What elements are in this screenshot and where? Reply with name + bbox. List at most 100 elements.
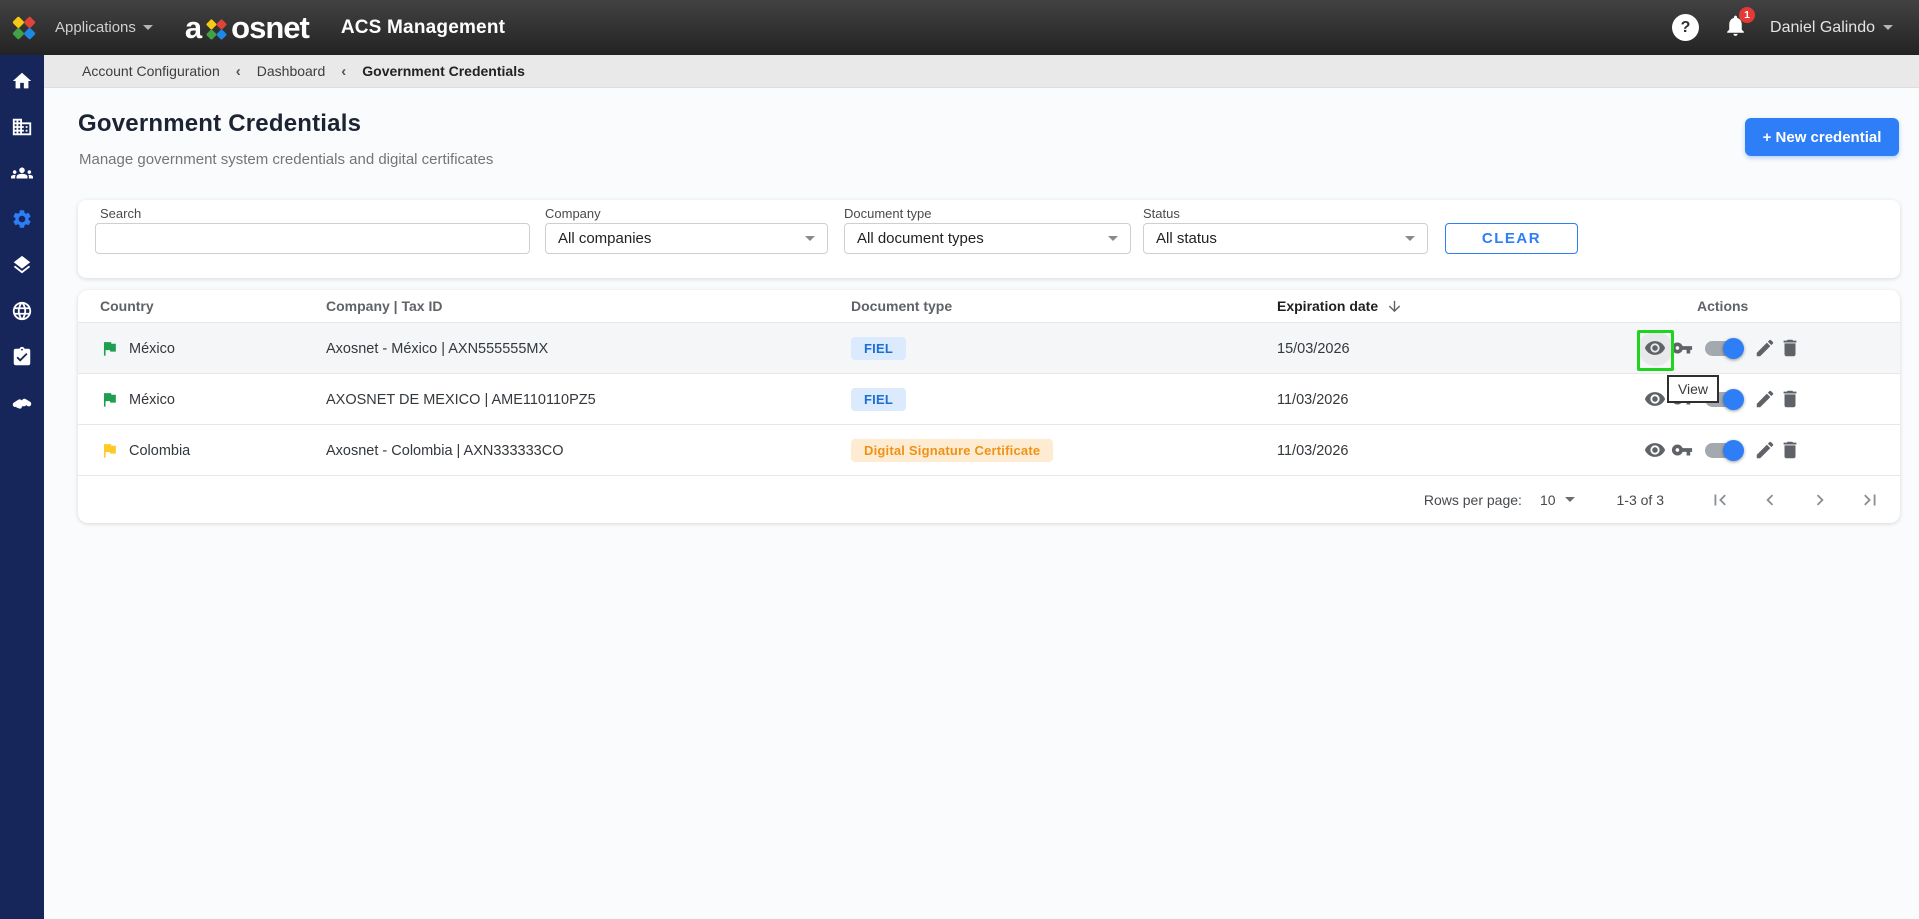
sidebar-item-global[interactable] (0, 289, 44, 333)
first-page-icon (1714, 494, 1726, 505)
sidebar-item-companies[interactable] (0, 105, 44, 149)
breadcrumb-account-configuration[interactable]: Account Configuration (82, 63, 220, 79)
delete-button[interactable] (1779, 388, 1803, 412)
document-type-badge: FIEL (851, 388, 906, 411)
delete-button[interactable] (1779, 439, 1803, 463)
credentials-key-button[interactable] (1671, 439, 1695, 463)
previous-page-button[interactable] (1758, 488, 1782, 512)
pencil-icon (1756, 390, 1774, 407)
toggle-knob (1723, 338, 1744, 359)
sidebar-item-services[interactable] (0, 243, 44, 287)
app-title: ACS Management (340, 16, 506, 38)
chevron-down-icon (805, 236, 815, 241)
brand-wordmark: a osnet (185, 9, 310, 46)
chevron-right-icon (1816, 494, 1824, 505)
search-label: Search (100, 206, 142, 221)
status-select[interactable]: All status (1143, 223, 1428, 254)
clear-filters-button[interactable]: CLEAR (1445, 223, 1578, 254)
chevron-down-icon (1564, 497, 1575, 502)
applications-label: Applications (55, 19, 136, 36)
help-button[interactable]: ? (1672, 14, 1700, 41)
document-type-badge: Digital Signature Certificate (851, 439, 1054, 462)
filters-panel: Search Company All companies Document ty… (78, 200, 1900, 278)
company-tax-id-cell: Axosnet - Colombia | AXN333333CO (326, 442, 564, 459)
company-select[interactable]: All companies (545, 223, 828, 254)
top-app-bar: Applications a osnet ACS Management ? 1 (0, 0, 1919, 55)
trash-icon (1783, 390, 1797, 407)
home-icon (12, 72, 32, 89)
notifications-button[interactable]: 1 (1723, 6, 1756, 43)
last-page-button[interactable] (1858, 488, 1882, 512)
new-credential-button[interactable]: + New credential (1745, 118, 1899, 156)
table-row: México Axosnet - México | AXN555555MX FI… (78, 322, 1900, 373)
brand-word-end: osnet (231, 9, 310, 45)
column-header-expiration-date[interactable]: Expiration date (1277, 290, 1403, 322)
chevron-left-icon (1766, 494, 1774, 505)
edit-button[interactable] (1754, 337, 1778, 361)
table-row: México AXOSNET DE MEXICO | AME110110PZ5 … (78, 373, 1900, 424)
sidebar-item-tasks[interactable] (0, 335, 44, 379)
next-page-button[interactable] (1808, 488, 1832, 512)
breadcrumb-separator-icon: ‹ (235, 62, 241, 80)
search-field-box (95, 223, 530, 254)
first-page-button[interactable] (1708, 488, 1732, 512)
page-subtitle: Manage government system credentials and… (79, 151, 494, 168)
annotation-highlight-box (1637, 330, 1674, 371)
document-type-label: Document type (844, 206, 932, 221)
company-select-value: All companies (558, 230, 652, 247)
toggle-knob (1723, 440, 1744, 461)
credentials-key-button[interactable] (1671, 337, 1695, 361)
view-tooltip: View (1667, 375, 1719, 403)
chevron-down-icon (1883, 25, 1893, 30)
column-header-country: Country (100, 298, 154, 314)
breadcrumb-current-page: Government Credentials (362, 63, 525, 79)
pencil-icon (1756, 441, 1774, 458)
search-input[interactable] (96, 224, 529, 253)
key-icon (1671, 444, 1693, 455)
delete-button[interactable] (1779, 337, 1803, 361)
table-pagination: Rows per page: 10 1-3 of 3 (78, 475, 1900, 523)
sidebar-item-settings-active[interactable] (0, 197, 44, 241)
page-title: Government Credentials (78, 110, 362, 137)
axosnet-logo-icon (12, 16, 36, 39)
active-toggle[interactable] (1705, 338, 1744, 359)
sidebar-item-home[interactable] (0, 59, 44, 103)
active-toggle[interactable] (1705, 440, 1744, 461)
expiration-date-cell: 11/03/2026 (1277, 442, 1349, 459)
user-menu[interactable]: Daniel Galindo (1770, 19, 1893, 37)
rows-per-page-label: Rows per page: (1423, 491, 1522, 508)
rows-per-page-select[interactable]: 10 (1540, 492, 1575, 508)
company-label: Company (545, 206, 601, 221)
notification-badge: 1 (1739, 6, 1756, 23)
country-cell: México (129, 391, 175, 408)
table-header-row: Country Company | Tax ID Document type E… (78, 290, 1900, 322)
sidebar-item-partners[interactable] (0, 381, 44, 425)
status-label: Status (1143, 206, 1180, 221)
expiration-date-cell: 11/03/2026 (1277, 391, 1349, 408)
applications-menu[interactable]: Applications (55, 19, 153, 36)
sidebar-nav (0, 55, 44, 919)
building-icon (12, 118, 32, 136)
table-row: Colombia Axosnet - Colombia | AXN333333C… (78, 424, 1900, 475)
eye-icon (1644, 442, 1666, 457)
status-select-value: All status (1156, 230, 1217, 247)
company-tax-id-cell: AXOSNET DE MEXICO | AME110110PZ5 (326, 391, 596, 408)
view-button[interactable] (1644, 388, 1668, 412)
flag-icon (103, 393, 116, 407)
document-type-select-value: All document types (857, 230, 984, 247)
sidebar-item-users[interactable] (0, 151, 44, 195)
clipboard-check-icon (13, 346, 31, 366)
toggle-knob (1723, 389, 1744, 410)
chevron-down-icon (1108, 236, 1118, 241)
flag-icon (103, 444, 116, 458)
trash-icon (1783, 339, 1797, 356)
settings-gear-icon (13, 210, 31, 228)
breadcrumb-dashboard[interactable]: Dashboard (257, 63, 326, 79)
document-type-select[interactable]: All document types (844, 223, 1131, 254)
view-button[interactable] (1644, 439, 1668, 463)
breadcrumb: Account Configuration ‹ Dashboard ‹ Gove… (44, 55, 1919, 88)
edit-button[interactable] (1754, 439, 1778, 463)
edit-button[interactable] (1754, 388, 1778, 412)
help-icon: ? (1680, 18, 1691, 36)
eye-icon (1644, 391, 1666, 406)
